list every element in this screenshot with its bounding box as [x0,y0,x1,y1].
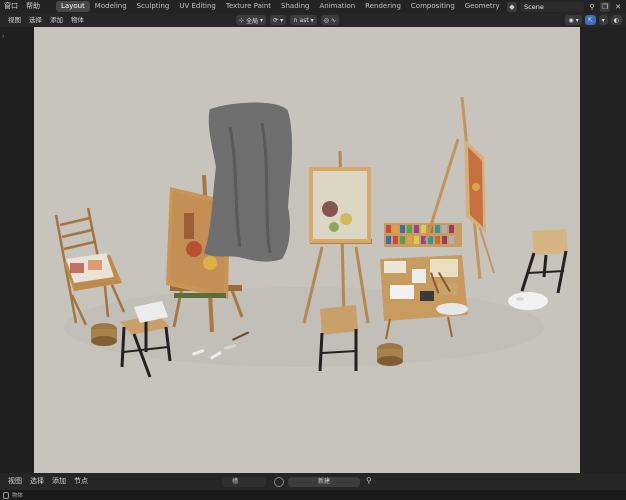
mouse-icon [3,491,9,499]
center-painting [313,171,367,239]
tab-shading[interactable]: Shading [276,1,314,12]
orientation-dropdown[interactable]: ⊹ 全局 ▾ [236,15,267,25]
new-material-button[interactable]: 新建 [288,477,360,487]
painting-lemon [340,213,352,225]
menu-select[interactable]: 选择 [25,13,46,27]
paint-bucket-center [377,343,403,366]
tab-compositing[interactable]: Compositing [406,1,460,12]
tab-modeling[interactable]: Modeling [90,1,132,12]
scene-icon[interactable]: ◆ [507,1,517,12]
axes-icon: ⊹ [239,16,245,24]
palette-thumb-hole [516,297,524,301]
status-text: 物体 [12,493,24,499]
tab-geometry-nodes[interactable]: Geometry Nodes [460,1,500,12]
painting-bottle [184,213,194,239]
painting-leaf [329,222,339,232]
right-painting-fruit [472,183,480,191]
snap-dropdown[interactable]: ∩ ast ▾ [290,15,317,25]
snap-label: ast [299,16,309,24]
chevron-down-icon: ▾ [310,16,314,24]
3d-viewport[interactable] [34,27,580,473]
gizmo-dropdown[interactable]: ▾ [598,15,608,25]
tab-rendering[interactable]: Rendering [360,1,406,12]
stool-right [520,229,568,294]
bottom-menu-node[interactable]: 节点 [70,473,92,490]
left-toolbar-strip: › [0,27,34,473]
viewport-header: 视图 选择 添加 物体 ⊹ 全局 ▾ ⟳ ▾ ∩ ast ▾ ◎ ∿ ◉ ▾ ⇱ … [0,13,626,27]
wave-icon: ∿ [330,16,336,24]
paint-tubes-ledge [174,293,226,298]
pin-icon[interactable]: ⚲ [587,2,597,12]
bottom-menu-add[interactable]: 添加 [48,473,70,490]
book-illustration-left [70,263,84,273]
menu-help[interactable]: 帮助 [22,0,44,13]
scene-render [54,96,568,378]
chevron-down-icon: ▾ [260,16,264,24]
tab-layout[interactable]: Layout [56,1,90,12]
chevron-down-icon: ▾ [601,16,605,24]
magnet-icon: ∩ [293,16,298,24]
expand-arrow-icon[interactable]: › [2,33,4,40]
painting-vase [322,201,338,217]
new-scene-icon[interactable]: ❐ [600,1,610,12]
menu-add[interactable]: 添加 [46,13,67,27]
tab-uv-editing[interactable]: UV Editing [174,1,221,12]
palette-floor-right [508,292,548,310]
transform-tools: ⊹ 全局 ▾ ⟳ ▾ ∩ ast ▾ ◎ ∿ [236,15,339,25]
menu-view[interactable]: 视图 [4,13,25,27]
slot-dropdown[interactable]: 槽 [222,477,266,487]
chevron-down-icon: ▾ [280,16,284,24]
tab-texture-paint[interactable]: Texture Paint [221,1,276,12]
pivot-dropdown[interactable]: ⟳ ▾ [270,15,287,25]
gizmo-icon: ⇱ [587,16,593,24]
status-bar: 物体 [0,490,626,500]
close-icon[interactable]: ✕ [613,2,623,12]
bottom-menu-view[interactable]: 视图 [4,473,26,490]
bottom-menu-select[interactable]: 选择 [26,473,48,490]
painting-fruit-2 [203,256,217,270]
pin-icon[interactable]: ⚲ [366,476,372,485]
right-sidebar [580,27,626,473]
painting-fruit-1 [186,241,202,257]
overlay-toggle[interactable]: ◐ [610,15,622,25]
bottom-editor-header: 视图 选择 添加 节点 槽 新建 ⚲ [0,473,626,490]
tab-sculpting[interactable]: Sculpting [132,1,175,12]
gizmo-toggle[interactable]: ⇱ [584,15,596,25]
book-illustration-right [88,260,102,270]
scene-selector[interactable]: Scene [520,1,584,12]
scene-controls: ◆ Scene ⚲ ❐ ✕ [507,0,626,13]
viewport-display-tools: ◉ ▾ ⇱ ▾ ◐ [565,15,622,25]
paint-bucket-left [91,323,117,346]
proportional-icon: ◎ [323,16,329,24]
material-sphere-icon[interactable] [274,477,284,487]
visibility-dropdown[interactable]: ◉ ▾ [565,15,582,25]
chevron-down-icon: ▾ [575,16,579,24]
menu-window[interactable]: 窗口 [0,0,22,13]
draped-gray-cloth [204,102,293,262]
overlay-icon: ◐ [613,16,619,24]
workspace-tabs: Layout Modeling Sculpting UV Editing Tex… [56,0,500,13]
top-menu-bar: 窗口 帮助 Layout Modeling Sculpting UV Editi… [0,0,626,13]
tab-animation[interactable]: Animation [314,1,360,12]
proportional-edit-button[interactable]: ◎ ∿ [320,15,339,25]
eye-icon: ◉ [568,16,574,24]
orientation-label: 全局 [246,17,259,25]
pivot-icon: ⟳ [273,16,279,24]
menu-object[interactable]: 物体 [67,13,88,27]
